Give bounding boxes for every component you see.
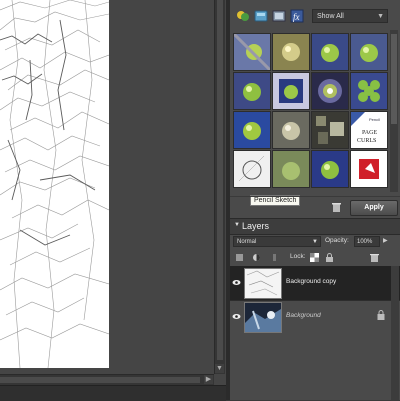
effects-grid-scroll-thumb[interactable] bbox=[391, 34, 397, 124]
filter-thumb-3[interactable] bbox=[311, 33, 349, 71]
filter-thumb-8[interactable] bbox=[350, 72, 388, 110]
fx-icon[interactable]: fx bbox=[290, 9, 304, 23]
filter-thumb-2[interactable] bbox=[272, 33, 310, 71]
visibility-eye-icon[interactable] bbox=[232, 313, 241, 320]
filter-thumb-7[interactable] bbox=[311, 72, 349, 110]
lock-transparency-icon[interactable] bbox=[310, 253, 319, 262]
adjustment-layer-icon[interactable] bbox=[252, 253, 261, 262]
effects-category-value: Show All bbox=[317, 13, 344, 20]
right-panel: fx Show All ▼ Pencil PAGE CURLS Pencil S… bbox=[230, 0, 400, 400]
layers-empty-area bbox=[230, 334, 400, 400]
layers-panel-title: Layers bbox=[242, 221, 270, 231]
scroll-down-arrow-icon[interactable]: ▼ bbox=[215, 364, 224, 373]
filter-thumb-1[interactable] bbox=[233, 33, 271, 71]
filter-thumb-pencil-sketch[interactable] bbox=[233, 150, 271, 188]
photo-effects-icon[interactable] bbox=[272, 9, 286, 23]
document-image[interactable] bbox=[0, 0, 109, 368]
horizontal-scrollbar[interactable]: ▶ bbox=[0, 374, 214, 385]
filter-thumb-15[interactable] bbox=[311, 150, 349, 188]
filter-thumb-4[interactable] bbox=[350, 33, 388, 71]
trash-icon[interactable] bbox=[332, 202, 341, 212]
filter-thumb-11[interactable] bbox=[311, 111, 349, 149]
filter-thumb-5[interactable] bbox=[233, 72, 271, 110]
chevron-right-icon[interactable]: ▶ bbox=[383, 237, 388, 244]
opacity-input[interactable]: 100% bbox=[354, 236, 380, 247]
visibility-eye-icon[interactable] bbox=[232, 279, 241, 286]
canvas-area[interactable]: ▼ ▶ bbox=[0, 0, 226, 401]
vertical-scrollbar[interactable]: ▼ bbox=[214, 0, 225, 374]
filter-thumb-10[interactable] bbox=[272, 111, 310, 149]
layer-row-background-copy[interactable]: Background copy bbox=[230, 266, 400, 301]
filter-thumb-page-curls[interactable]: Pencil PAGE CURLS bbox=[350, 111, 388, 149]
new-layer-icon[interactable] bbox=[235, 253, 244, 262]
link-layers-icon[interactable] bbox=[270, 253, 279, 262]
layer-thumbnail bbox=[244, 268, 282, 299]
page-curls-line1: Pencil bbox=[369, 117, 380, 122]
effects-category-select[interactable]: Show All ▼ bbox=[312, 9, 388, 23]
vertical-scroll-thumb[interactable] bbox=[217, 0, 223, 360]
layer-thumbnail bbox=[244, 302, 282, 333]
layer-name[interactable]: Background copy bbox=[286, 278, 336, 285]
page-curls-line2: PAGE bbox=[362, 130, 377, 136]
effects-action-row: Apply bbox=[230, 196, 400, 217]
filter-thumb-9[interactable] bbox=[233, 111, 271, 149]
chevron-down-icon: ▼ bbox=[312, 239, 318, 245]
layers-panel-header[interactable]: ▼ Layers bbox=[230, 218, 400, 235]
layer-styles-icon[interactable] bbox=[254, 9, 268, 23]
filter-thumb-14[interactable] bbox=[272, 150, 310, 188]
horizontal-scroll-thumb[interactable] bbox=[0, 377, 200, 383]
svg-text:fx: fx bbox=[293, 12, 300, 22]
effects-thumbnail-grid: Pencil PAGE CURLS Pencil Sketch bbox=[230, 30, 390, 206]
layer-row-background[interactable]: Background bbox=[230, 300, 400, 335]
layer-lock-row: Lock: bbox=[230, 250, 400, 264]
page-curls-line3: CURLS bbox=[357, 138, 376, 144]
apply-button[interactable]: Apply bbox=[350, 200, 398, 216]
layer-lock-icon bbox=[377, 310, 385, 320]
collapse-triangle-icon[interactable]: ▼ bbox=[234, 222, 240, 228]
delete-layer-icon[interactable] bbox=[370, 253, 379, 262]
filters-icon[interactable] bbox=[236, 9, 250, 23]
lock-label: Lock: bbox=[290, 253, 306, 260]
layers-scrollbar[interactable] bbox=[391, 266, 399, 400]
lock-all-icon[interactable] bbox=[325, 253, 334, 262]
canvas-status-bar bbox=[0, 385, 226, 401]
layer-name[interactable]: Background bbox=[286, 312, 321, 319]
filter-thumb-16[interactable] bbox=[350, 150, 388, 188]
chevron-down-icon: ▼ bbox=[377, 13, 384, 20]
blend-mode-select[interactable]: Normal ▼ bbox=[233, 236, 321, 247]
effects-grid-scrollbar[interactable] bbox=[390, 30, 398, 192]
pencil-sketch-image bbox=[0, 0, 109, 368]
scroll-right-arrow-icon[interactable]: ▶ bbox=[204, 375, 213, 384]
blend-mode-value: Normal bbox=[237, 239, 257, 245]
opacity-label: Opacity: bbox=[325, 237, 349, 244]
blend-row: Normal ▼ Opacity: 100% ▶ bbox=[230, 234, 400, 250]
filter-thumb-6[interactable] bbox=[272, 72, 310, 110]
effects-toolbar: fx Show All ▼ bbox=[230, 0, 400, 30]
